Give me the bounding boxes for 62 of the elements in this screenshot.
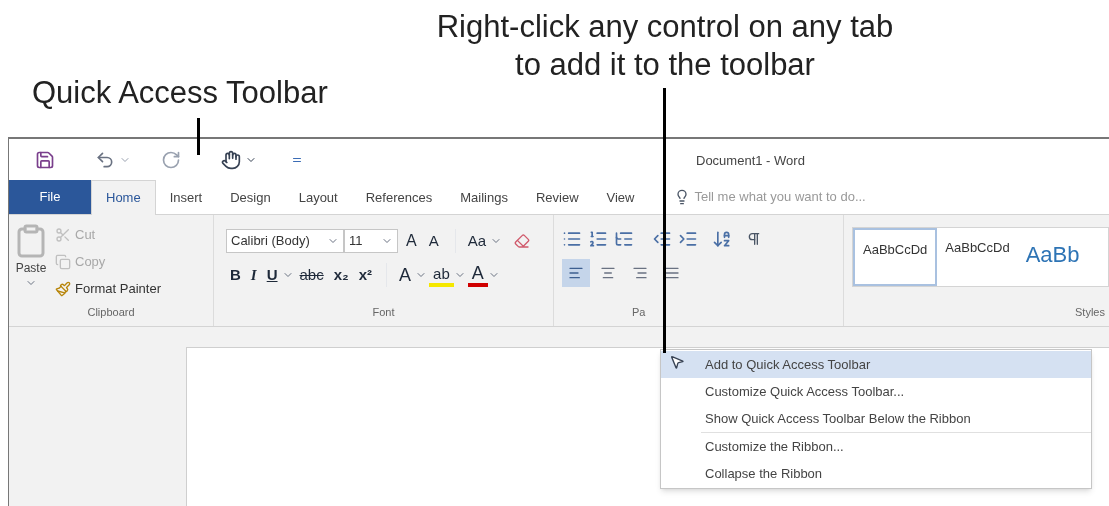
redo-icon[interactable]	[161, 149, 181, 170]
superscript-button[interactable]: x²	[354, 263, 377, 287]
group-label: Clipboard	[86, 304, 136, 320]
align-icon	[600, 265, 616, 281]
file-tab[interactable]: File	[9, 179, 91, 214]
eraser-icon[interactable]	[514, 233, 531, 249]
pilcrow-icon[interactable]	[746, 231, 762, 247]
undo-icon[interactable]	[95, 149, 115, 170]
clipboard-button[interactable]: Format Painter	[55, 277, 161, 301]
menu-item[interactable]: Customize the Ribbon...	[661, 433, 1091, 460]
copy-icon	[55, 254, 71, 270]
ribbon-tab[interactable]: Review	[521, 180, 593, 215]
ribbon-tab[interactable]: Home	[91, 180, 156, 215]
callout-label: Right-click any control on any tab to add it to the toolbar	[435, 8, 895, 84]
shrink-font-button[interactable]: A	[424, 229, 443, 253]
font-size-field[interactable]: 11	[344, 229, 398, 253]
underline-button[interactable]: U	[262, 263, 282, 287]
hand-icon[interactable]	[221, 149, 241, 170]
ribbon-tab[interactable]: References	[351, 180, 447, 215]
font-color-button[interactable]: A	[467, 263, 488, 287]
numbering-icon[interactable]	[588, 229, 608, 249]
ribbon-tab[interactable]: Design	[216, 180, 285, 215]
italic-button[interactable]: I	[246, 263, 261, 287]
menu-item[interactable]: Collapse the Ribbon	[661, 460, 1091, 487]
ribbon-tab[interactable]: View	[592, 180, 649, 215]
ribbon-tab[interactable]: Insert	[155, 180, 217, 215]
ribbon-tab[interactable]: Layout	[284, 180, 352, 215]
align-icon	[664, 265, 680, 281]
leader-line	[197, 118, 200, 155]
style-preview[interactable]: AaBb	[1017, 228, 1088, 286]
cursor-icon	[669, 354, 685, 370]
align-icon	[568, 265, 584, 281]
scissors-icon	[55, 227, 71, 243]
window-title: Document1 - Word	[696, 152, 805, 170]
text-effects-button[interactable]: A	[395, 263, 416, 287]
bullets-icon[interactable]	[562, 229, 582, 249]
callout-label: Quick Access Toolbar	[32, 74, 328, 112]
menu-item[interactable]: Customize Quick Access Toolbar...	[661, 378, 1091, 405]
style-preview[interactable]: AaBbCcDd	[937, 228, 1018, 286]
group-label: Font	[371, 304, 396, 320]
paste-button[interactable]: Paste	[15, 259, 47, 277]
grow-font-button[interactable]: A	[402, 229, 421, 253]
subscript-button[interactable]: x₂	[329, 263, 353, 287]
increase-indent-icon[interactable]	[678, 229, 698, 249]
ribbon-tab[interactable]: Mailings	[446, 180, 522, 215]
align-icon	[632, 265, 648, 281]
font-name-field[interactable]: Calibri (Body)	[226, 229, 344, 253]
save-icon[interactable]	[35, 149, 55, 170]
sort-icon[interactable]	[712, 229, 732, 249]
strikethrough-button[interactable]: abc	[295, 263, 328, 287]
style-preview[interactable]: AaBbCcDd	[853, 228, 938, 286]
group-label: Pa	[631, 304, 647, 320]
brush-icon	[55, 281, 71, 297]
group-label: Styles	[1074, 304, 1106, 320]
tell-me-field[interactable]: Tell me what you want to do...	[694, 186, 925, 207]
highlight-button[interactable]: ab	[429, 263, 454, 287]
bold-button[interactable]: B	[226, 263, 245, 287]
menu-item[interactable]: Add to Quick Access Toolbar	[661, 351, 1091, 378]
decrease-indent-icon[interactable]	[652, 229, 672, 249]
change-case-button[interactable]: Aa	[463, 229, 491, 253]
multilevel-list-icon[interactable]	[614, 229, 634, 249]
menu-item[interactable]: Show Quick Access Toolbar Below the Ribbon	[661, 405, 1091, 432]
